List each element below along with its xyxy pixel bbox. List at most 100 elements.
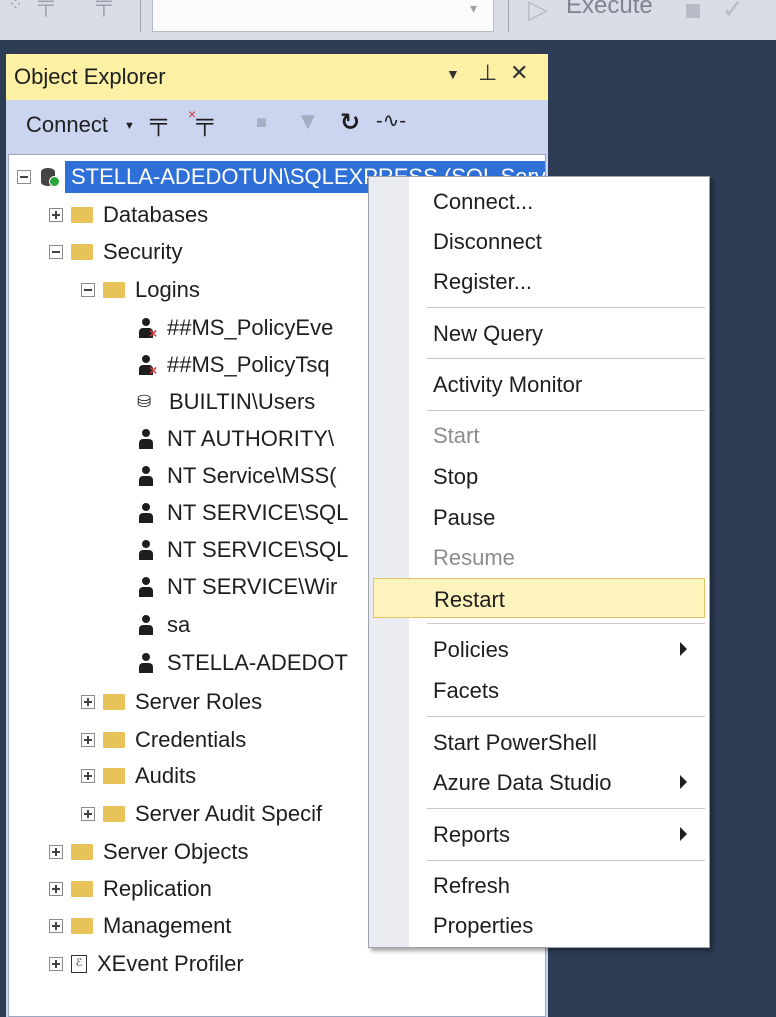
menu-item-pause[interactable]: Pause <box>373 497 705 537</box>
plug-icon[interactable]: ╤ <box>150 108 167 136</box>
plug-icon[interactable]: ╤ <box>38 0 54 16</box>
menu-item-start: Start <box>373 415 705 455</box>
login-item[interactable]: NT Service\MSS( <box>137 458 337 494</box>
menu-item-stop[interactable]: Stop <box>373 456 705 496</box>
menu-item-new-query[interactable]: New Query <box>373 313 705 353</box>
login-item[interactable]: × ##MS_PolicyEve <box>137 310 333 346</box>
close-icon[interactable]: ✕ <box>510 60 528 86</box>
login-item[interactable]: NT AUTHORITY\ <box>137 421 334 457</box>
execute-button[interactable]: Execute <box>566 0 653 20</box>
menu-item-label: Disconnect <box>433 229 542 254</box>
tree-node-label[interactable]: Credentials <box>135 727 246 753</box>
user-icon <box>137 429 155 449</box>
stop-icon[interactable]: ■ <box>256 112 267 133</box>
chevron-down-icon[interactable]: ▼ <box>124 120 135 132</box>
menu-item-reports[interactable]: Reports <box>373 814 705 854</box>
expand-icon[interactable] <box>49 208 63 222</box>
user-icon <box>137 503 155 523</box>
login-label[interactable]: NT AUTHORITY\ <box>167 426 334 452</box>
tree-node-label[interactable]: Security <box>103 239 182 265</box>
tree-node-label[interactable]: Server Objects <box>103 839 249 865</box>
expand-icon[interactable] <box>49 957 63 971</box>
activity-monitor-icon[interactable]: -∿- <box>376 108 406 133</box>
tree-node-credentials[interactable]: Credentials <box>81 722 246 758</box>
login-label[interactable]: NT SERVICE\SQL <box>167 537 348 563</box>
login-label[interactable]: STELLA-ADEDOT <box>167 650 348 676</box>
login-item[interactable]: × ##MS_PolicyTsq <box>137 347 330 383</box>
tree-node-databases[interactable]: Databases <box>49 197 208 233</box>
chevron-down-icon[interactable]: ▾ <box>470 0 477 17</box>
login-label[interactable]: ##MS_PolicyTsq <box>167 352 330 378</box>
expand-icon[interactable] <box>81 807 95 821</box>
menu-item-label: Stop <box>433 464 479 489</box>
expand-icon[interactable] <box>81 769 95 783</box>
login-item[interactable]: NT SERVICE\SQL <box>137 495 348 531</box>
tree-node-server-objects[interactable]: Server Objects <box>49 834 249 870</box>
expand-icon[interactable] <box>49 882 63 896</box>
tree-node-label[interactable]: Replication <box>103 876 212 902</box>
collapse-icon[interactable] <box>81 283 95 297</box>
connect-button[interactable]: Connect <box>26 112 108 138</box>
tree-node-xevent-profiler[interactable]: ℰ XEvent Profiler <box>49 946 244 982</box>
login-item[interactable]: NT SERVICE\SQL <box>137 532 348 568</box>
login-item[interactable]: NT SERVICE\Wir <box>137 569 337 605</box>
tree-node-server-roles[interactable]: Server Roles <box>81 684 262 720</box>
user-group-icon: ⛁ <box>137 392 152 411</box>
expand-icon[interactable] <box>81 733 95 747</box>
login-label[interactable]: NT Service\MSS( <box>167 463 337 489</box>
disconnect-icon[interactable]: ×╤ <box>188 106 213 136</box>
tree-node-label[interactable]: Logins <box>135 277 200 303</box>
login-label[interactable]: ##MS_PolicyEve <box>167 315 333 341</box>
login-label[interactable]: sa <box>167 612 190 638</box>
folder-icon <box>71 881 93 897</box>
menu-item-label: Start PowerShell <box>433 730 597 755</box>
login-item[interactable]: STELLA-ADEDOT <box>137 645 348 681</box>
expand-icon[interactable] <box>49 919 63 933</box>
login-label[interactable]: BUILTIN\Users <box>169 389 315 415</box>
menu-item-disconnect[interactable]: Disconnect <box>373 221 705 261</box>
tree-node-label[interactable]: XEvent Profiler <box>97 951 244 977</box>
user-icon <box>137 540 155 560</box>
user-icon <box>137 466 155 486</box>
menu-item-facets[interactable]: Facets <box>373 670 705 710</box>
tree-node-security[interactable]: Security <box>49 234 182 270</box>
expand-icon[interactable] <box>49 845 63 859</box>
menu-item-azure-data-studio[interactable]: Azure Data Studio <box>373 762 705 802</box>
login-label[interactable]: NT SERVICE\Wir <box>167 574 337 600</box>
tree-node-audits[interactable]: Audits <box>81 758 196 794</box>
menu-separator <box>427 307 705 308</box>
menu-item-connect[interactable]: Connect... <box>373 181 705 221</box>
menu-item-start-powershell[interactable]: Start PowerShell <box>373 722 705 762</box>
stop-icon[interactable] <box>686 4 700 18</box>
execute-icon[interactable]: ▷ <box>528 0 548 25</box>
expand-icon[interactable] <box>81 695 95 709</box>
menu-item-properties[interactable]: Properties <box>373 905 705 945</box>
tree-node-label[interactable]: Server Roles <box>135 689 262 715</box>
unplug-icon[interactable]: ╤ <box>96 0 112 16</box>
refresh-icon[interactable]: ↻ <box>340 108 360 137</box>
menu-item-restart[interactable]: Restart <box>373 578 705 618</box>
window-position-icon[interactable]: ▼ <box>446 66 460 82</box>
menu-item-refresh[interactable]: Refresh <box>373 865 705 905</box>
tree-node-label[interactable]: Audits <box>135 763 196 789</box>
menu-item-policies[interactable]: Policies <box>373 629 705 669</box>
collapse-icon[interactable] <box>49 245 63 259</box>
tree-node-logins[interactable]: Logins <box>81 272 200 308</box>
login-label[interactable]: NT SERVICE\SQL <box>167 500 348 526</box>
tree-node-management[interactable]: Management <box>49 908 231 944</box>
check-icon[interactable]: ✓ <box>722 0 744 25</box>
database-select[interactable] <box>152 0 494 32</box>
tree-node-server-audit-specifications[interactable]: Server Audit Specif <box>81 796 322 832</box>
pin-icon[interactable]: ⊥ <box>478 60 497 86</box>
tree-node-label[interactable]: Server Audit Specif <box>135 801 322 827</box>
login-item[interactable]: ⛁ BUILTIN\Users <box>137 384 315 420</box>
tree-node-label[interactable]: Databases <box>103 202 208 228</box>
filter-icon[interactable]: ▼ <box>296 108 320 136</box>
login-item[interactable]: sa <box>137 607 190 643</box>
tree-node-label[interactable]: Management <box>103 913 231 939</box>
collapse-icon[interactable] <box>17 170 31 184</box>
menu-separator <box>427 358 705 359</box>
tree-node-replication[interactable]: Replication <box>49 871 212 907</box>
menu-item-activity-monitor[interactable]: Activity Monitor <box>373 364 705 404</box>
menu-item-register[interactable]: Register... <box>373 261 705 301</box>
